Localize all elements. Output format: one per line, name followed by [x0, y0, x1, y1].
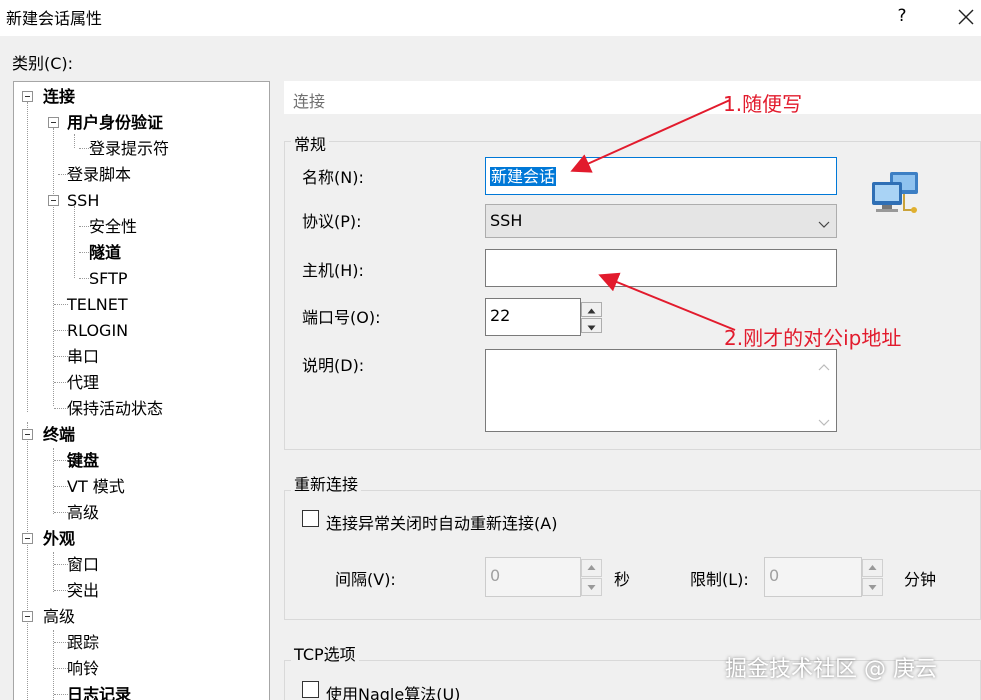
- tree-item-appearance[interactable]: 外观: [43, 529, 75, 549]
- tree-item-trace[interactable]: 跟踪: [67, 633, 99, 653]
- host-label: 主机(H):: [302, 261, 364, 280]
- annotation-note-2: 2.刚才的对公ip地址: [724, 326, 902, 350]
- tree-expander-terminal[interactable]: [22, 429, 33, 440]
- close-icon[interactable]: [950, 2, 980, 32]
- tree-item-login-script[interactable]: 登录脚本: [67, 165, 131, 185]
- tree-item-tunnel[interactable]: 隧道: [89, 243, 121, 263]
- interval-field[interactable]: 0: [485, 557, 581, 597]
- chevron-down-icon: [818, 215, 830, 234]
- help-button[interactable]: ?: [888, 2, 916, 30]
- description-label: 说明(D):: [302, 356, 365, 375]
- tree-item-login-prompt[interactable]: 登录提示符: [89, 139, 169, 159]
- auto-reconnect-checkbox[interactable]: [302, 510, 319, 527]
- tree-item-serial[interactable]: 串口: [67, 347, 99, 367]
- limit-spin-down[interactable]: [862, 578, 883, 596]
- watermark: 掘金技术社区 @ 庚云: [725, 657, 937, 682]
- interval-spin-down[interactable]: [581, 578, 602, 596]
- tree-item-window[interactable]: 窗口: [67, 555, 99, 575]
- port-spin-down[interactable]: [581, 318, 602, 333]
- tree-item-keepalive[interactable]: 保持活动状态: [67, 399, 163, 419]
- tree-item-highlight[interactable]: 突出: [67, 581, 99, 601]
- protocol-label: 协议(P):: [302, 212, 362, 231]
- nagle-checkbox[interactable]: [302, 681, 319, 698]
- scroll-down-icon[interactable]: [818, 412, 830, 431]
- interval-value: 0: [490, 566, 501, 585]
- nagle-label[interactable]: 使用Nagle算法(U): [326, 681, 460, 700]
- limit-spin-up[interactable]: [862, 559, 883, 577]
- section-title: 连接: [293, 92, 326, 111]
- category-label: 类别(C):: [12, 54, 74, 73]
- host-field[interactable]: [485, 249, 837, 287]
- tree-item-auth[interactable]: 用户身份验证: [67, 113, 163, 133]
- limit-unit: 分钟: [904, 570, 937, 589]
- general-group-title: 常规: [291, 131, 330, 155]
- tree-item-advanced[interactable]: 高级: [43, 607, 75, 627]
- tree-item-terminal[interactable]: 终端: [43, 425, 75, 445]
- reconnect-group-title: 重新连接: [291, 471, 362, 495]
- tree-item-ssh[interactable]: SSH: [67, 191, 99, 211]
- tree-expander-ssh[interactable]: [48, 195, 59, 206]
- tree-item-keyboard[interactable]: 键盘: [67, 451, 99, 471]
- protocol-select[interactable]: SSH: [485, 204, 837, 238]
- interval-spin-up[interactable]: [581, 559, 602, 577]
- tree-expander-advanced[interactable]: [22, 611, 33, 622]
- name-value: 新建会话: [490, 167, 557, 186]
- auto-reconnect-label[interactable]: 连接异常关闭时自动重新连接(A): [326, 510, 557, 534]
- section-header: 连接: [284, 81, 981, 114]
- tree-expander-connection[interactable]: [22, 91, 33, 102]
- port-field[interactable]: 22: [485, 298, 581, 336]
- limit-label: 限制(L):: [690, 570, 749, 589]
- tree-item-connection[interactable]: 连接: [43, 87, 75, 107]
- interval-unit: 秒: [614, 570, 631, 589]
- protocol-value: SSH: [490, 211, 523, 230]
- tree-item-terminal-advanced[interactable]: 高级: [67, 503, 99, 523]
- tree-item-telnet[interactable]: TELNET: [67, 295, 128, 315]
- tree-expander-appearance[interactable]: [22, 533, 33, 544]
- tree-item-rlogin[interactable]: RLOGIN: [67, 321, 128, 341]
- tree-item-sftp[interactable]: SFTP: [89, 269, 128, 289]
- interval-label: 间隔(V):: [335, 570, 396, 589]
- network-computers-icon: [870, 170, 922, 222]
- port-value: 22: [490, 306, 511, 325]
- tree-item-security[interactable]: 安全性: [89, 217, 137, 237]
- port-label: 端口号(O):: [302, 308, 381, 327]
- description-field[interactable]: [485, 349, 837, 432]
- scroll-up-icon[interactable]: [818, 358, 830, 377]
- window-title: 新建会话属性: [6, 9, 103, 28]
- port-spin-up[interactable]: [581, 302, 602, 317]
- tree-item-vt-mode[interactable]: VT 模式: [67, 477, 125, 497]
- name-field[interactable]: 新建会话: [485, 157, 837, 195]
- annotation-note-1: 1.随便写: [723, 92, 803, 116]
- limit-value: 0: [769, 566, 780, 585]
- tree-item-logging[interactable]: 日志记录: [67, 685, 131, 700]
- tree-item-bell[interactable]: 响铃: [67, 659, 99, 679]
- tree-item-proxy[interactable]: 代理: [67, 373, 99, 393]
- title-bar: 新建会话属性 ?: [0, 0, 981, 36]
- tree-expander-auth[interactable]: [48, 117, 59, 128]
- category-tree[interactable]: 连接 用户身份验证 登录提示符 登录脚本 SSH 安全性 隧道 SFTP TEL…: [13, 81, 270, 700]
- limit-field[interactable]: 0: [764, 557, 862, 597]
- tcp-group-title: TCP选项: [291, 641, 359, 665]
- name-label: 名称(N):: [302, 168, 364, 187]
